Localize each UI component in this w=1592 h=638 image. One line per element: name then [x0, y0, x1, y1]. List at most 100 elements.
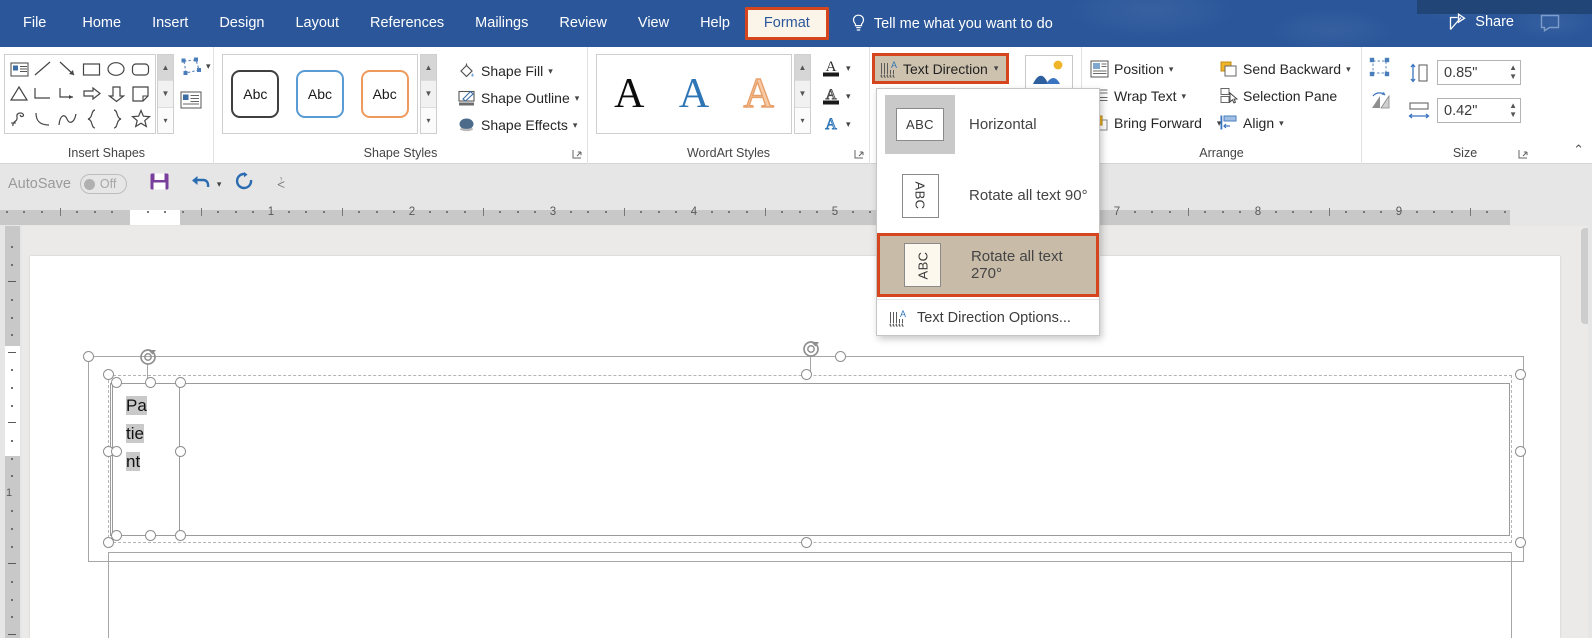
shape-triangle[interactable]: [7, 82, 31, 107]
wordart-thumb-2[interactable]: A: [679, 73, 709, 115]
tab-mailings[interactable]: Mailings: [464, 9, 539, 38]
wordart-gallery-more[interactable]: ▾: [795, 108, 810, 133]
shape-outline-caret[interactable]: ▾: [575, 93, 580, 104]
handle-outer-tl[interactable]: [83, 351, 94, 362]
shape-width-input[interactable]: 0.42" ▲▼: [1437, 98, 1521, 123]
comment-icon[interactable]: [1540, 14, 1560, 37]
shape-styles-dialog-launcher[interactable]: [572, 149, 582, 159]
handle-inner-bottom-mid[interactable]: [801, 537, 812, 548]
send-backward-caret[interactable]: ▾: [1346, 64, 1351, 75]
handle-outer-tr[interactable]: [835, 351, 846, 362]
shape-folded-corner[interactable]: [129, 82, 153, 107]
wordart-gallery-scroll[interactable]: ▲ ▼ ▾: [794, 54, 811, 134]
handle-textbox-br[interactable]: [175, 530, 186, 541]
height-down-arrow[interactable]: ▼: [1509, 74, 1517, 80]
send-backward-button[interactable]: Send Backward ▾: [1219, 57, 1351, 81]
handle-textbox-top[interactable]: [145, 377, 156, 388]
document-page[interactable]: Pa tie nt: [30, 256, 1560, 638]
shape-styles-more[interactable]: ▾: [421, 108, 436, 133]
handle-inner-tl-b[interactable]: [111, 377, 122, 388]
text-outline-caret[interactable]: ▾: [846, 91, 851, 102]
shape-oval[interactable]: [104, 57, 128, 82]
shape-styles-scroll-up[interactable]: ▲: [421, 55, 436, 81]
menu-item-horizontal[interactable]: ABC Horizontal: [877, 89, 1099, 160]
tab-help[interactable]: Help: [689, 9, 741, 38]
text-fill-button[interactable]: A ▾: [821, 57, 851, 79]
shape-outline-button[interactable]: Shape Outline ▾: [457, 86, 579, 110]
size-dialog-launcher[interactable]: [1518, 149, 1528, 159]
share-button[interactable]: Share: [1449, 13, 1514, 31]
tab-file[interactable]: File: [12, 9, 57, 38]
shape-height-spinner[interactable]: ▲▼: [1509, 61, 1517, 84]
shape-star[interactable]: [129, 106, 153, 131]
rotate-handle-icon[interactable]: [138, 346, 158, 366]
tell-me-box[interactable]: Tell me what you want to do: [851, 14, 1053, 33]
rotate-handle-icon-2[interactable]: [801, 338, 821, 358]
shape-line[interactable]: [31, 57, 55, 82]
menu-item-text-direction-options[interactable]: A Text Direction Options...: [877, 299, 1099, 335]
shape-styles-scroll-down[interactable]: ▼: [421, 81, 436, 107]
shape-fill-button[interactable]: Shape Fill ▾: [457, 59, 553, 83]
position-caret[interactable]: ▾: [1169, 64, 1174, 75]
shapes-gallery[interactable]: [4, 54, 156, 134]
tab-home[interactable]: Home: [71, 9, 132, 38]
shape-effects-button[interactable]: Shape Effects ▾: [457, 113, 577, 137]
shape-width-control[interactable]: 0.42" ▲▼: [1408, 98, 1521, 123]
text-outline-button[interactable]: A ▾: [821, 85, 851, 107]
shape-style-thumb-2[interactable]: Abc: [296, 70, 344, 118]
shapes-gallery-scroll[interactable]: ▲ ▼ ▾: [157, 54, 174, 134]
wordart-scroll-up[interactable]: ▲: [795, 55, 810, 81]
wordart-scroll-down[interactable]: ▼: [795, 81, 810, 107]
shape-text-box[interactable]: [7, 57, 31, 82]
text-direction-button[interactable]: A Text Direction ▾: [872, 53, 1009, 84]
tab-layout[interactable]: Layout: [284, 9, 350, 38]
shape-left-brace[interactable]: [80, 106, 104, 131]
shape-height-control[interactable]: 0.85" ▲▼: [1408, 60, 1521, 85]
shape-scribble[interactable]: [7, 106, 31, 131]
rotate-objects-button[interactable]: [1369, 91, 1391, 116]
wordart-dialog-launcher[interactable]: [854, 149, 864, 159]
shape-right-arrow[interactable]: [80, 82, 104, 107]
text-effects-button[interactable]: A ▾: [821, 113, 851, 135]
vertical-ruler[interactable]: 1: [0, 226, 22, 638]
shape-style-thumb-3[interactable]: Abc: [361, 70, 409, 118]
handle-inner-ml-b[interactable]: [111, 446, 122, 457]
shapes-scroll-up[interactable]: ▲: [158, 55, 173, 81]
shape-fill-caret[interactable]: ▾: [548, 66, 553, 77]
edit-shape-caret[interactable]: ▾: [206, 61, 211, 72]
shape-rectangle[interactable]: [80, 57, 104, 82]
collapse-ribbon-button[interactable]: ⌃: [1573, 142, 1584, 158]
wordart-thumb-1[interactable]: A: [614, 73, 644, 115]
align-objects-button[interactable]: Align ▾: [1219, 111, 1284, 135]
handle-inner-mr[interactable]: [1515, 446, 1526, 457]
shape-curve[interactable]: [56, 106, 80, 131]
wrap-text-button[interactable]: Wrap Text ▾: [1090, 84, 1186, 108]
handle-inner-top-mid[interactable]: [801, 369, 812, 380]
shapes-scroll-down[interactable]: ▼: [158, 81, 173, 107]
position-button[interactable]: Position ▾: [1090, 57, 1173, 81]
undo-caret[interactable]: ▾: [217, 179, 222, 190]
wrap-text-caret[interactable]: ▾: [1182, 91, 1187, 102]
shape-down-arrow[interactable]: [104, 82, 128, 107]
document-canvas[interactable]: Pa tie nt: [22, 226, 1592, 638]
handle-inner-bl-b[interactable]: [111, 530, 122, 541]
customize-qat-button[interactable]: ⩻: [277, 176, 284, 192]
menu-item-rotate-270[interactable]: ABC Rotate all text 270°: [877, 233, 1099, 297]
shape-elbow-connector[interactable]: [31, 82, 55, 107]
align-objects-caret[interactable]: ▾: [1279, 118, 1284, 129]
handle-textbox-bottom[interactable]: [145, 530, 156, 541]
height-up-arrow[interactable]: ▲: [1509, 65, 1517, 71]
handle-textbox-tr[interactable]: [175, 377, 186, 388]
wordart-thumb-3[interactable]: A: [743, 73, 773, 115]
inner-object-frame[interactable]: [110, 383, 1510, 536]
shape-arc[interactable]: [31, 106, 55, 131]
tab-design[interactable]: Design: [208, 9, 275, 38]
width-down-arrow[interactable]: ▼: [1509, 112, 1517, 118]
wordart-gallery[interactable]: A A A: [596, 54, 792, 134]
tab-view[interactable]: View: [627, 9, 680, 38]
draw-text-box-button[interactable]: [180, 91, 202, 114]
redo-button[interactable]: [235, 172, 255, 196]
menu-item-rotate-90[interactable]: ABC Rotate all text 90°: [877, 160, 1099, 231]
shape-width-spinner[interactable]: ▲▼: [1509, 99, 1517, 122]
handle-textbox-mr[interactable]: [175, 446, 186, 457]
